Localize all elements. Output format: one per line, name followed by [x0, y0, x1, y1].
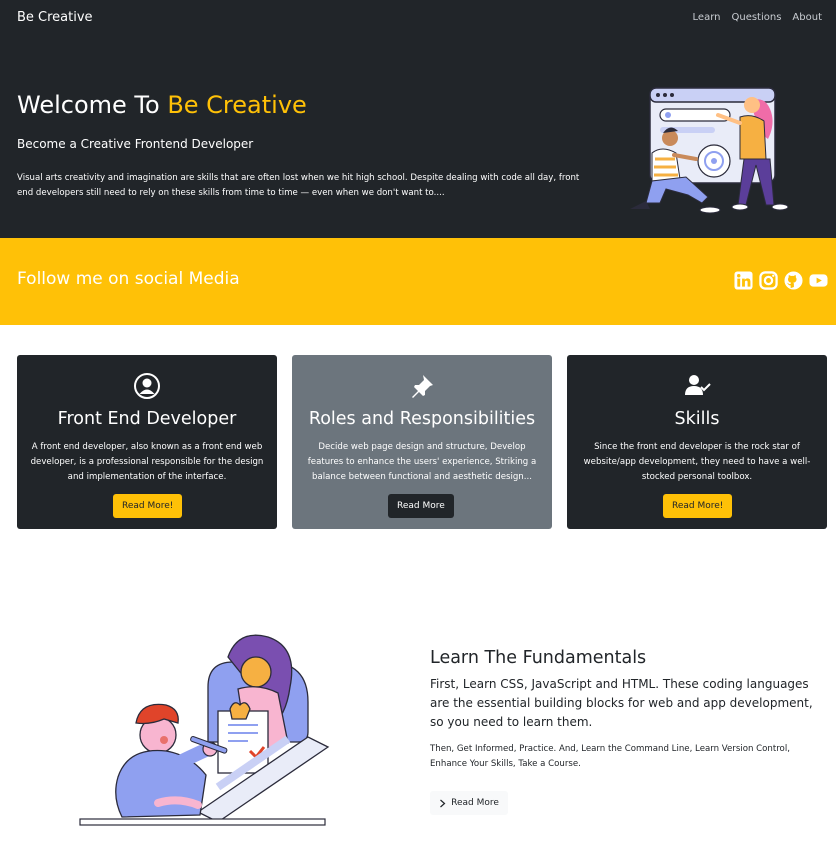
navbar: Be Creative Learn Questions About: [0, 0, 836, 38]
card-title: Front End Developer: [57, 409, 237, 429]
card-text: Since the front end developer is the roc…: [583, 442, 811, 482]
social-section: Follow me on social Media: [0, 238, 836, 325]
fundamentals-lead: First, Learn CSS, JavaScript and HTML. T…: [430, 677, 813, 729]
user-check-icon: [685, 375, 711, 395]
hero-illustration: [630, 87, 789, 214]
read-more-label: Read More: [451, 798, 499, 808]
card-front-end-developer: Front End Developer A front end develope…: [17, 355, 277, 529]
fundamentals-illustration: [79, 634, 330, 826]
brand-link[interactable]: Be Creative: [17, 10, 93, 25]
fundamentals-title: Learn The Fundamentals: [430, 648, 647, 668]
card-roles-responsibilities: Roles and Responsibilities Decide web pa…: [292, 355, 552, 529]
card-skills: Skills Since the front end developer is …: [567, 355, 827, 529]
read-more-button[interactable]: Read More!: [663, 494, 733, 518]
social-title: Follow me on social Media: [17, 269, 240, 289]
nav-link-learn[interactable]: Learn: [693, 12, 721, 23]
nav-links: Learn Questions About: [693, 12, 822, 23]
hero-subtitle: Become a Creative Frontend Developer: [17, 137, 254, 151]
read-more-button[interactable]: Read More!: [113, 494, 183, 518]
read-more-button[interactable]: Read More: [388, 494, 454, 518]
hero-text: Visual arts creativity and imagination a…: [17, 173, 580, 198]
youtube-icon[interactable]: [809, 271, 828, 290]
github-icon[interactable]: [784, 271, 803, 290]
card-title: Roles and Responsibilities: [308, 409, 536, 429]
user-circle-icon: [134, 373, 160, 399]
hero-title: Welcome To Be Creative: [17, 91, 307, 119]
card-text: A front end developer, also known as a f…: [30, 442, 264, 482]
nav-link-questions[interactable]: Questions: [731, 12, 781, 23]
instagram-icon[interactable]: [759, 271, 778, 290]
social-icons: [734, 271, 828, 290]
fundamentals-text: Then, Get Informed, Practice. And, Learn…: [430, 744, 790, 769]
card-title: Skills: [674, 409, 720, 429]
pushpin-icon: [412, 375, 433, 398]
hero-section: Welcome To Be Creative Become a Creative…: [0, 38, 836, 238]
hero-title-accent: Be Creative: [167, 91, 307, 119]
nav-link-about[interactable]: About: [792, 12, 822, 23]
linkedin-icon[interactable]: [734, 271, 753, 290]
read-more-button[interactable]: Read More: [430, 791, 508, 815]
chevron-right-icon: [440, 799, 446, 807]
hero-title-prefix: Welcome To: [17, 91, 168, 119]
card-text: Decide web page design and structure, De…: [307, 442, 537, 482]
